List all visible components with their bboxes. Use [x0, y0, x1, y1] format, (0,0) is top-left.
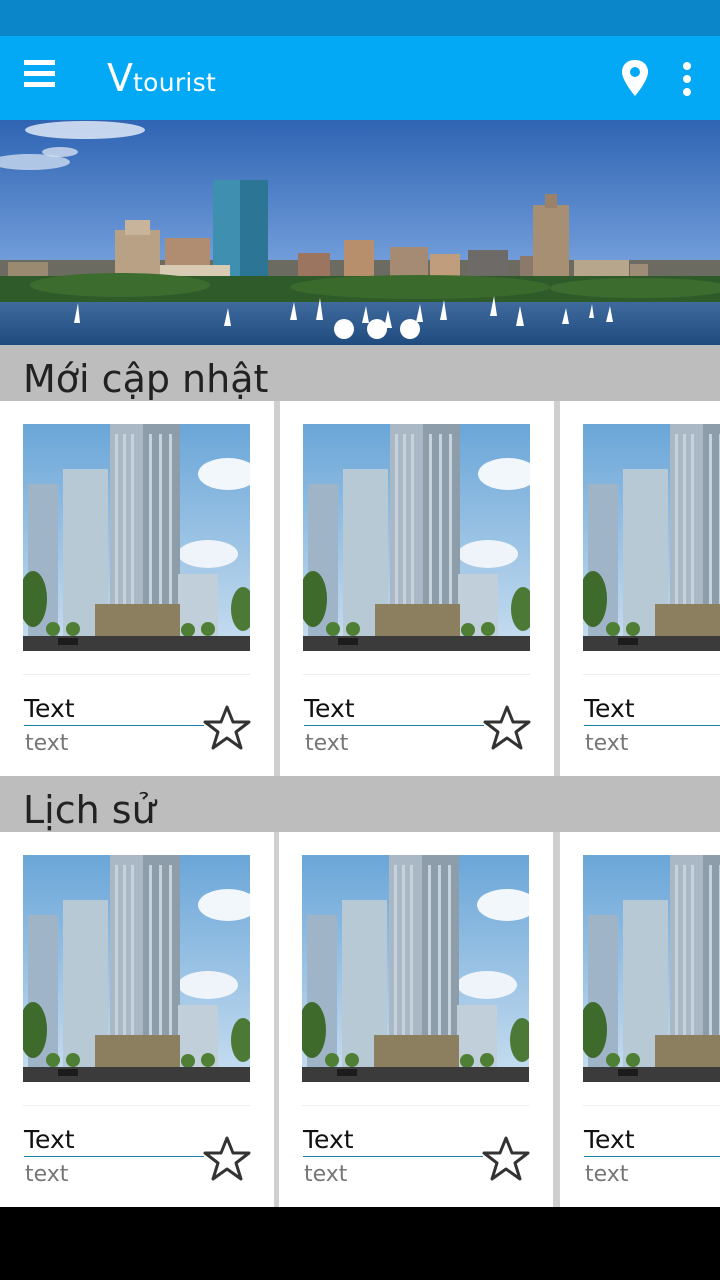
app-title-rest: tourist — [133, 68, 217, 97]
card-subtitle: text — [304, 1162, 348, 1187]
card-title: Text — [303, 1125, 354, 1154]
tower-building-photo — [303, 424, 530, 651]
card-divider — [23, 674, 250, 675]
card-title-underline — [24, 725, 204, 726]
pagination-dot[interactable] — [334, 319, 354, 339]
star-outline-icon[interactable] — [482, 1135, 530, 1183]
section-title: Lịch sử — [23, 788, 156, 832]
recent-cards-row[interactable]: Text text Text text Text text — [0, 401, 720, 776]
more-vertical-icon[interactable] — [672, 58, 702, 100]
place-card[interactable]: Text text — [280, 401, 554, 776]
app-title-initial: V — [107, 56, 133, 100]
card-title: Text — [24, 694, 75, 723]
card-subtitle: text — [585, 1162, 629, 1187]
city-skyline-harbor-photo — [0, 120, 720, 345]
card-title: Text — [584, 694, 635, 723]
tower-building-photo — [583, 424, 720, 651]
card-title: Text — [584, 1125, 635, 1154]
card-subtitle: text — [585, 731, 629, 756]
tower-building-photo — [23, 424, 250, 651]
app-bar: V tourist — [0, 36, 720, 120]
navigation-bar — [0, 1210, 720, 1280]
history-cards-row[interactable]: Text text Text text Text text — [0, 832, 720, 1207]
card-divider — [23, 1105, 250, 1106]
place-card[interactable]: Text text — [279, 832, 553, 1207]
card-title-underline — [584, 725, 720, 726]
hamburger-menu-icon[interactable] — [18, 56, 62, 100]
section-title: Mới cập nhật — [23, 357, 269, 401]
card-divider — [583, 1105, 720, 1106]
card-subtitle: text — [25, 731, 69, 756]
card-title-underline — [303, 1156, 483, 1157]
tower-building-photo — [302, 855, 529, 1082]
pagination-dot[interactable] — [400, 319, 420, 339]
card-subtitle: text — [25, 1162, 69, 1187]
tower-building-photo — [583, 855, 720, 1082]
place-card[interactable]: Text text — [560, 401, 720, 776]
card-title-underline — [24, 1156, 204, 1157]
star-outline-icon[interactable] — [203, 704, 251, 752]
card-title-underline — [304, 725, 484, 726]
card-subtitle: text — [305, 731, 349, 756]
banner-pagination-dots — [334, 319, 420, 339]
star-outline-icon[interactable] — [483, 704, 531, 752]
card-divider — [302, 1105, 529, 1106]
pagination-dot[interactable] — [367, 319, 387, 339]
tower-building-photo — [23, 855, 250, 1082]
map-pin-icon[interactable] — [618, 58, 652, 100]
city-skyline-banner[interactable] — [0, 120, 720, 345]
card-title: Text — [304, 694, 355, 723]
section-header-recent: Mới cập nhật — [0, 345, 720, 401]
star-outline-icon[interactable] — [203, 1135, 251, 1183]
place-card[interactable]: Text text — [0, 832, 274, 1207]
place-card[interactable]: Text text — [0, 401, 274, 776]
card-divider — [583, 674, 720, 675]
section-header-history: Lịch sử — [0, 776, 720, 832]
card-title: Text — [24, 1125, 75, 1154]
card-divider — [303, 674, 530, 675]
place-card[interactable]: Text text — [560, 832, 720, 1207]
card-title-underline — [584, 1156, 720, 1157]
status-bar — [0, 0, 720, 36]
app-title: V tourist — [107, 54, 216, 102]
